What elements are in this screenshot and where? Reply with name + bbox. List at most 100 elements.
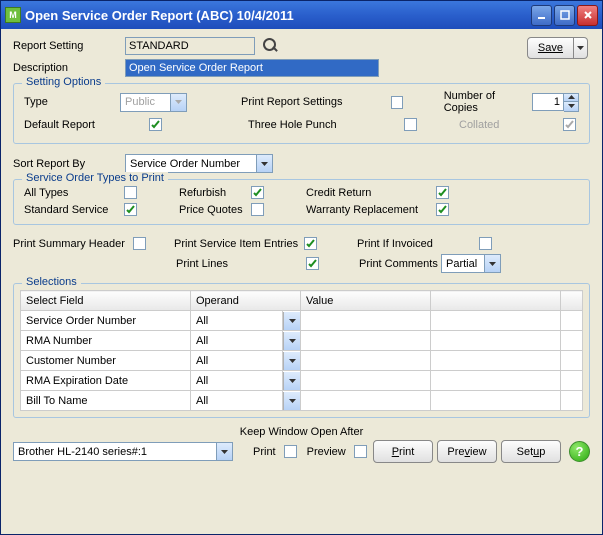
num-copies-input[interactable] xyxy=(532,93,564,111)
cell-operand[interactable]: All xyxy=(191,371,283,391)
cell-field[interactable]: Customer Number xyxy=(21,351,191,371)
print-lines-label: Print Lines xyxy=(176,258,306,270)
cell-blank[interactable] xyxy=(431,331,561,351)
num-copies-up[interactable] xyxy=(564,94,578,103)
cell-operand[interactable]: All xyxy=(191,391,283,411)
cell-blank[interactable] xyxy=(431,391,561,411)
col-select-field[interactable]: Select Field xyxy=(21,291,191,311)
chevron-down-icon[interactable] xyxy=(216,443,232,460)
col-operand[interactable]: Operand xyxy=(191,291,301,311)
cell-blank2[interactable] xyxy=(561,331,583,351)
setup-button[interactable]: Setup xyxy=(501,440,561,463)
description-value: Open Service Order Report xyxy=(129,62,263,74)
cell-field[interactable]: RMA Number xyxy=(21,331,191,351)
warranty-replacement-label: Warranty Replacement xyxy=(306,204,436,216)
cell-operand[interactable]: All xyxy=(191,311,283,331)
credit-return-checkbox[interactable] xyxy=(436,186,449,199)
col-value[interactable]: Value xyxy=(301,291,431,311)
operand-dropdown[interactable] xyxy=(283,352,300,370)
print-button[interactable]: Print xyxy=(373,440,433,463)
price-quotes-checkbox[interactable] xyxy=(251,203,264,216)
keep-preview-label: Preview xyxy=(307,446,346,458)
table-row: Service Order NumberAll xyxy=(21,311,583,331)
cell-blank[interactable] xyxy=(431,351,561,371)
chevron-down-icon[interactable] xyxy=(484,255,500,272)
cell-blank2[interactable] xyxy=(561,371,583,391)
print-if-invoiced-label: Print If Invoiced xyxy=(357,238,439,250)
print-if-invoiced-checkbox[interactable] xyxy=(479,237,492,250)
three-hole-punch-checkbox[interactable] xyxy=(404,118,417,131)
app-icon: M xyxy=(5,7,21,23)
printer-value: Brother HL-2140 series#:1 xyxy=(14,446,216,458)
cell-blank[interactable] xyxy=(431,311,561,331)
cell-value[interactable] xyxy=(301,331,431,351)
cell-field[interactable]: RMA Expiration Date xyxy=(21,371,191,391)
report-setting-input[interactable] xyxy=(125,37,255,55)
cell-value[interactable] xyxy=(301,311,431,331)
save-split-button: Save xyxy=(527,37,588,59)
save-dropdown-button[interactable] xyxy=(574,37,588,59)
window: M Open Service Order Report (ABC) 10/4/2… xyxy=(0,0,603,535)
print-service-item-entries-checkbox[interactable] xyxy=(304,237,317,250)
order-types-group: Service Order Types to Print All Types R… xyxy=(13,179,590,225)
collated-label: Collated xyxy=(459,119,551,131)
printer-select[interactable]: Brother HL-2140 series#:1 xyxy=(13,442,233,461)
search-icon[interactable] xyxy=(263,38,279,54)
operand-dropdown[interactable] xyxy=(283,372,300,390)
standard-service-label: Standard Service xyxy=(24,204,124,216)
standard-service-checkbox[interactable] xyxy=(124,203,137,216)
cell-blank2[interactable] xyxy=(561,351,583,371)
setting-options-legend: Setting Options xyxy=(22,76,105,88)
warranty-replacement-checkbox[interactable] xyxy=(436,203,449,216)
all-types-checkbox[interactable] xyxy=(124,186,137,199)
cell-blank2[interactable] xyxy=(561,391,583,411)
description-input[interactable]: Open Service Order Report xyxy=(125,59,379,77)
report-setting-label: Report Setting xyxy=(13,40,125,52)
sort-report-by-select[interactable]: Service Order Number xyxy=(125,154,273,173)
three-hole-punch-label: Three Hole Punch xyxy=(248,119,368,131)
cell-blank[interactable] xyxy=(431,371,561,391)
cell-value[interactable] xyxy=(301,371,431,391)
col-blank2[interactable] xyxy=(561,291,583,311)
cell-value[interactable] xyxy=(301,391,431,411)
keep-preview-checkbox[interactable] xyxy=(354,445,367,458)
close-button[interactable] xyxy=(577,5,598,26)
print-report-settings-checkbox[interactable] xyxy=(391,96,404,109)
chevron-down-icon xyxy=(170,94,186,111)
setting-options-group: Setting Options Type Public Print Report… xyxy=(13,83,590,144)
num-copies-down[interactable] xyxy=(564,102,578,111)
operand-dropdown[interactable] xyxy=(283,392,300,410)
operand-dropdown[interactable] xyxy=(283,312,300,330)
print-comments-select[interactable]: Partial xyxy=(441,254,501,273)
type-select: Public xyxy=(120,93,187,112)
print-report-settings-label: Print Report Settings xyxy=(241,96,356,108)
save-button[interactable]: Save xyxy=(527,37,574,59)
refurbish-checkbox[interactable] xyxy=(251,186,264,199)
print-summary-header-checkbox[interactable] xyxy=(133,237,146,250)
credit-return-label: Credit Return xyxy=(306,187,436,199)
refurbish-label: Refurbish xyxy=(179,187,251,199)
order-types-legend: Service Order Types to Print xyxy=(22,172,168,184)
cell-blank2[interactable] xyxy=(561,311,583,331)
selections-legend: Selections xyxy=(22,276,81,288)
cell-value[interactable] xyxy=(301,351,431,371)
operand-dropdown[interactable] xyxy=(283,332,300,350)
cell-operand[interactable]: All xyxy=(191,331,283,351)
print-service-item-entries-label: Print Service Item Entries xyxy=(174,238,304,250)
table-row: RMA Expiration DateAll xyxy=(21,371,583,391)
selections-table: Select Field Operand Value Service Order… xyxy=(20,290,583,411)
default-report-checkbox[interactable] xyxy=(149,118,162,131)
cell-field[interactable]: Service Order Number xyxy=(21,311,191,331)
maximize-button[interactable] xyxy=(554,5,575,26)
default-report-label: Default Report xyxy=(24,119,124,131)
preview-button[interactable]: Preview xyxy=(437,440,497,463)
cell-field[interactable]: Bill To Name xyxy=(21,391,191,411)
description-label: Description xyxy=(13,62,125,74)
col-blank[interactable] xyxy=(431,291,561,311)
keep-print-checkbox[interactable] xyxy=(284,445,297,458)
help-button[interactable]: ? xyxy=(569,441,590,462)
cell-operand[interactable]: All xyxy=(191,351,283,371)
minimize-button[interactable] xyxy=(531,5,552,26)
chevron-down-icon[interactable] xyxy=(256,155,272,172)
print-lines-checkbox[interactable] xyxy=(306,257,319,270)
